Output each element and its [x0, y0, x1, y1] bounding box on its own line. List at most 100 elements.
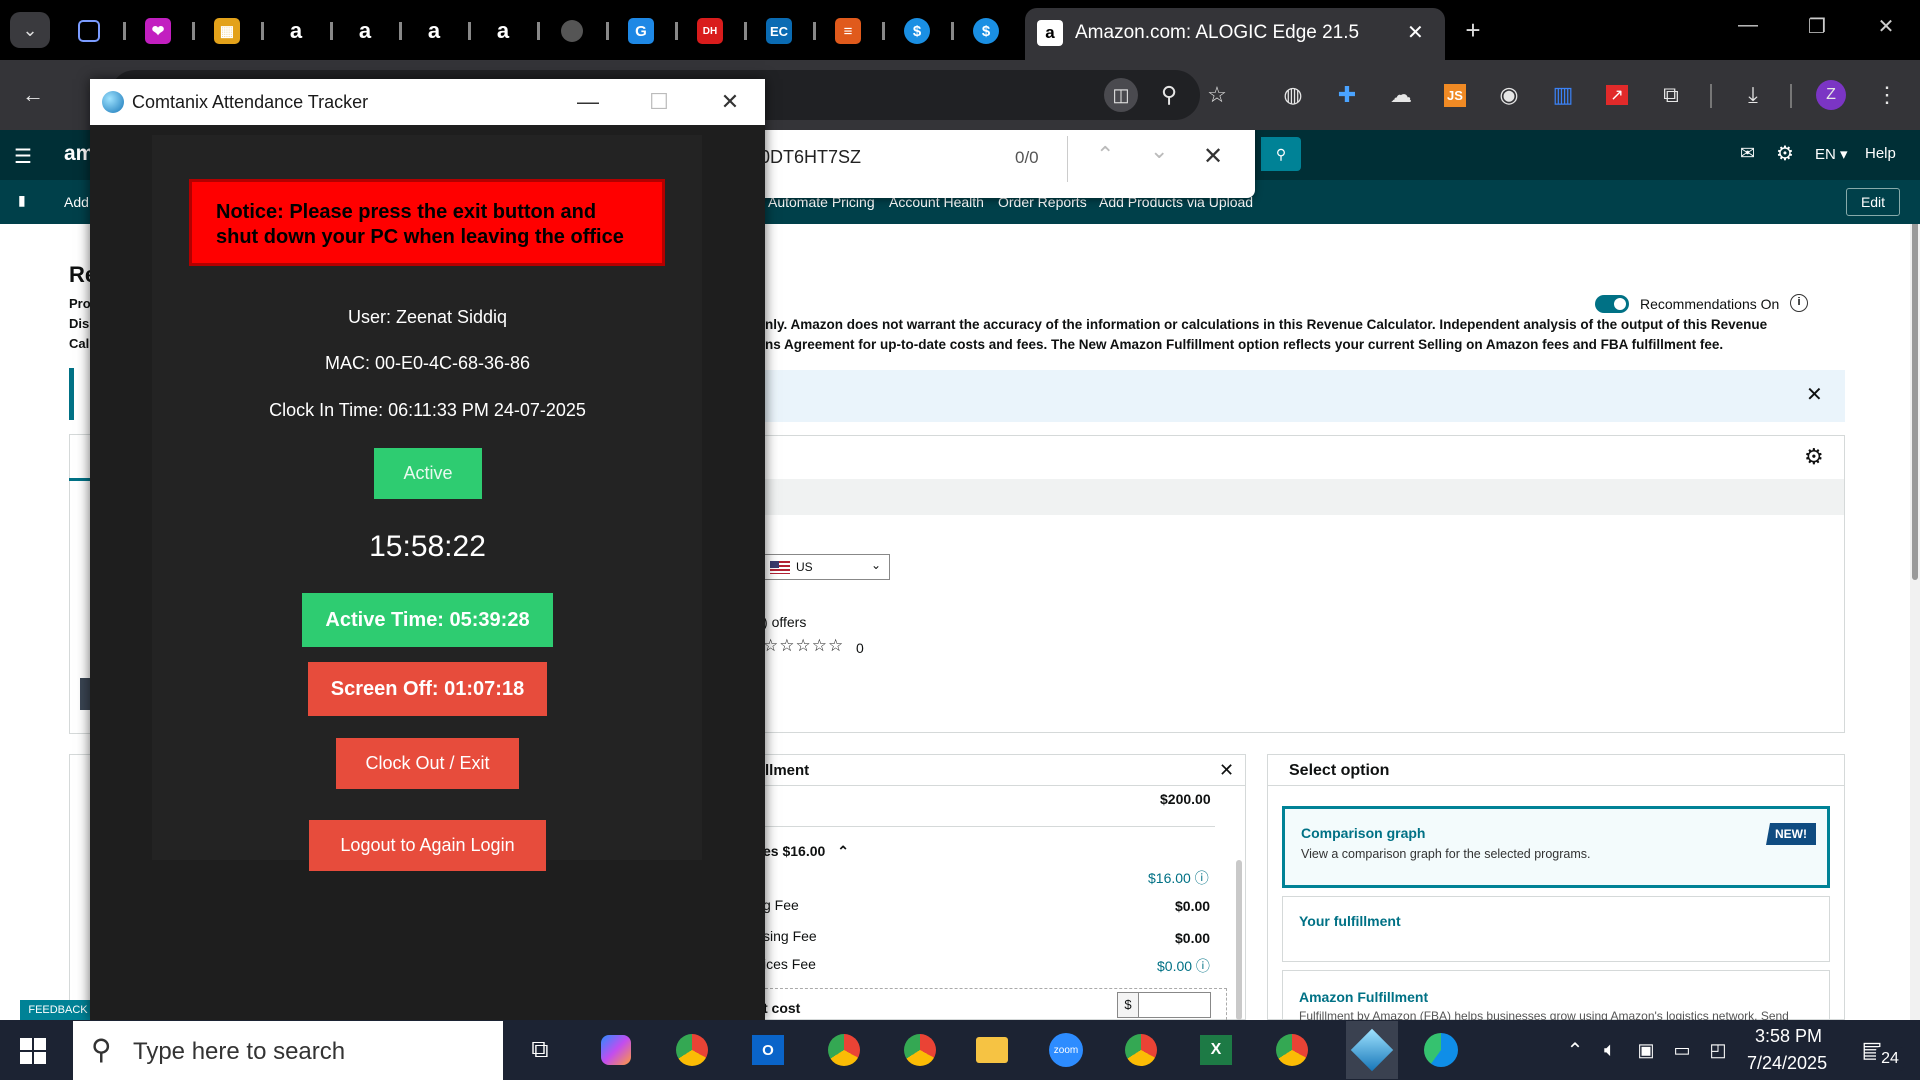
- new-tab-button[interactable]: +: [1453, 12, 1493, 48]
- browser-close-button[interactable]: ✕: [1866, 14, 1906, 39]
- select-option-title: Select option: [1289, 762, 1390, 779]
- your-fulfillment-option[interactable]: Your fulfillment: [1282, 896, 1830, 962]
- find-close-icon[interactable]: ✕: [1203, 142, 1223, 171]
- pinned-tab-stack[interactable]: ≡: [831, 14, 865, 48]
- help-link[interactable]: Help: [1865, 145, 1896, 162]
- pinned-tab-pink[interactable]: ❤: [141, 14, 175, 48]
- clock-out-exit-button[interactable]: Clock Out / Exit: [336, 738, 519, 789]
- extension-cloud-icon[interactable]: ☁: [1384, 78, 1418, 112]
- task-view-icon[interactable]: ⧉: [520, 1030, 560, 1070]
- profile-avatar[interactable]: Z: [1816, 80, 1846, 110]
- windows-start-icon[interactable]: [20, 1038, 46, 1064]
- bookmark-icon[interactable]: ▮: [18, 192, 26, 209]
- extensions-puzzle-icon[interactable]: ⧉: [1654, 78, 1688, 112]
- panel-settings-icon[interactable]: ⚙: [1804, 444, 1824, 470]
- tab-separator: [192, 22, 195, 40]
- network-icon[interactable]: ◰: [1698, 1030, 1738, 1070]
- fees-label[interactable]: es $16.00 ⌃: [763, 843, 849, 860]
- find-previous-icon[interactable]: ⌃: [1096, 142, 1114, 168]
- recommendations-toggle[interactable]: [1595, 295, 1629, 313]
- pinned-tab-dh[interactable]: DH: [693, 14, 727, 48]
- fulfillment-close-icon[interactable]: ✕: [1219, 760, 1234, 781]
- subnav-add[interactable]: Add: [64, 194, 89, 210]
- amazon-fulfillment-option[interactable]: Amazon Fulfillment Fulfillment by Amazon…: [1282, 970, 1830, 1020]
- pinned-tab-amazon-3[interactable]: a: [417, 14, 451, 48]
- pinned-tab-g[interactable]: G: [624, 14, 658, 48]
- tab-close-icon[interactable]: ✕: [1407, 20, 1424, 45]
- cost-input[interactable]: [1139, 992, 1211, 1018]
- zoom-app-icon[interactable]: zoom: [1046, 1030, 1086, 1070]
- volume-icon[interactable]: 🔈︎: [1590, 1030, 1630, 1070]
- fulfillment-scrollbar[interactable]: [1236, 860, 1242, 1020]
- tray-time[interactable]: 3:58 PM: [1755, 1026, 1822, 1047]
- banner-close-icon[interactable]: ✕: [1806, 382, 1823, 407]
- search-submit-button[interactable]: ⚲: [1261, 137, 1301, 171]
- find-next-icon[interactable]: ⌄: [1150, 138, 1168, 164]
- extension-arrow-icon[interactable]: ↗: [1600, 78, 1634, 112]
- pinned-tab-ec[interactable]: EC: [762, 14, 796, 48]
- fee-row-1-value[interactable]: $16.00 ⓘ: [1148, 868, 1209, 888]
- feedback-button[interactable]: FEEDBACK: [20, 1000, 96, 1020]
- rating-stars: ☆☆☆☆☆: [763, 636, 845, 655]
- back-arrow-icon[interactable]: ←: [16, 78, 50, 112]
- tracker-maximize-button[interactable]: ☐: [639, 89, 679, 115]
- lens-icon[interactable]: ◫: [1104, 78, 1138, 112]
- bookmark-star-icon[interactable]: ☆: [1200, 78, 1234, 112]
- hamburger-menu-icon[interactable]: ☰: [14, 144, 32, 169]
- zoom-icon[interactable]: ⚲: [1152, 78, 1186, 112]
- mail-icon[interactable]: ✉: [1740, 143, 1755, 164]
- tray-chevron-up-icon[interactable]: ⌃: [1555, 1030, 1595, 1070]
- browser-restore-button[interactable]: ❐: [1797, 14, 1837, 39]
- pinned-tab-cube[interactable]: [72, 14, 106, 48]
- extension-chart-icon[interactable]: ▥: [1546, 78, 1580, 112]
- pinned-tab-box[interactable]: ▦: [210, 14, 244, 48]
- pinned-tab-amazon-2[interactable]: a: [348, 14, 382, 48]
- settings-gear-icon[interactable]: ⚙: [1776, 141, 1794, 166]
- notice-banner: Notice: Please press the exit button and…: [189, 179, 665, 266]
- file-explorer-icon[interactable]: [972, 1030, 1012, 1070]
- outlook-icon[interactable]: O: [748, 1030, 788, 1070]
- browser-minimize-button[interactable]: —: [1728, 14, 1768, 37]
- battery-icon[interactable]: ▭: [1662, 1030, 1702, 1070]
- find-query[interactable]: 0DT6HT7SZ: [760, 147, 861, 168]
- country-value: US: [796, 560, 813, 574]
- language-selector[interactable]: EN ▾: [1815, 145, 1848, 163]
- fee-row-2-value: $0.00: [1175, 898, 1211, 914]
- comparison-graph-option[interactable]: Comparison graph View a comparison graph…: [1282, 806, 1830, 888]
- pinned-tab-dollar-2[interactable]: $: [969, 14, 1003, 48]
- excel-icon[interactable]: X: [1196, 1030, 1236, 1070]
- extension-js-icon[interactable]: JS: [1438, 78, 1472, 112]
- taskbar-search-box[interactable]: ⚲ Type here to search: [73, 1021, 503, 1080]
- edge-icon[interactable]: [1421, 1030, 1461, 1070]
- edit-button[interactable]: Edit: [1846, 188, 1900, 216]
- browser-menu-icon[interactable]: ⋮: [1870, 78, 1904, 112]
- download-icon[interactable]: ⤓: [1736, 78, 1770, 112]
- logout-relogin-button[interactable]: Logout to Again Login: [309, 820, 546, 871]
- pinned-tab-globe[interactable]: [555, 14, 589, 48]
- chrome-profile-z-icon[interactable]: [1272, 1030, 1312, 1070]
- extension-globe-icon[interactable]: ◍: [1276, 78, 1310, 112]
- extension-circle-icon[interactable]: ◉: [1492, 78, 1526, 112]
- cost-label: t cost: [763, 1000, 801, 1016]
- tray-date[interactable]: 7/24/2025: [1747, 1053, 1827, 1074]
- extension-plus-icon[interactable]: ✚: [1330, 78, 1364, 112]
- tab-search-icon[interactable]: ⌄: [10, 12, 50, 48]
- country-select[interactable]: US ⌄: [764, 554, 890, 580]
- chrome-profile-2-icon[interactable]: [824, 1030, 864, 1070]
- tracker-close-button[interactable]: ✕: [710, 89, 750, 115]
- chrome-icon[interactable]: [1121, 1030, 1161, 1070]
- pinned-tab-amazon-4[interactable]: a: [486, 14, 520, 48]
- copilot-icon[interactable]: [596, 1030, 636, 1070]
- meet-now-icon[interactable]: ▣: [1626, 1030, 1666, 1070]
- chrome-profile-1-icon[interactable]: [672, 1030, 712, 1070]
- pinned-tab-amazon-1[interactable]: a: [279, 14, 313, 48]
- pinned-tab-dollar-1[interactable]: $: [900, 14, 934, 48]
- tracker-titlebar[interactable]: Comtanix Attendance Tracker — ☐ ✕: [90, 79, 765, 125]
- attendance-tracker-window: Comtanix Attendance Tracker — ☐ ✕ Notice…: [90, 79, 765, 1020]
- tracker-minimize-button[interactable]: —: [568, 89, 608, 115]
- chrome-profile-3-icon[interactable]: [900, 1030, 940, 1070]
- tracker-taskbar-icon[interactable]: [1346, 1021, 1398, 1079]
- info-icon[interactable]: i: [1790, 294, 1808, 312]
- active-tab[interactable]: a Amazon.com: ALOGIC Edge 21.5 ✕: [1025, 8, 1445, 60]
- fee-row-4-value[interactable]: $0.00 ⓘ: [1157, 956, 1210, 976]
